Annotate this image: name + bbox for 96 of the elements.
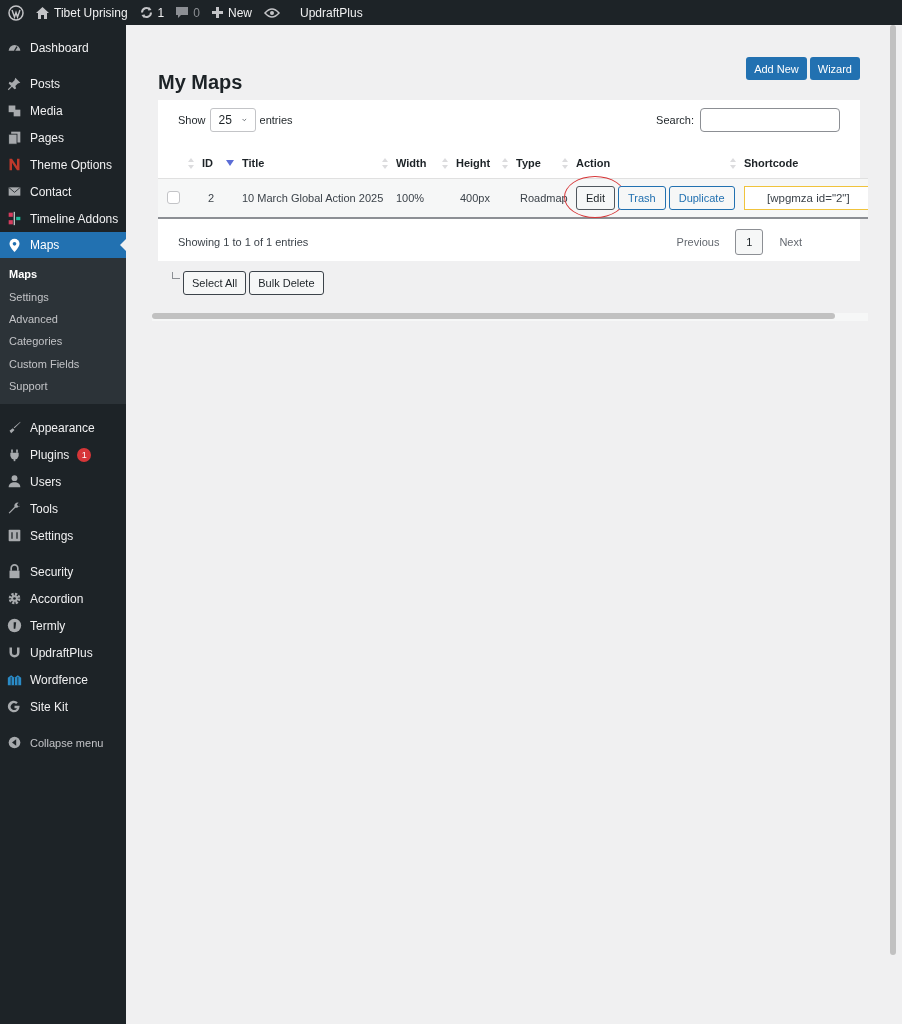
timeline-icon	[7, 211, 22, 226]
table-cell: 2	[208, 192, 215, 204]
row-action-button[interactable]: Duplicate	[668, 186, 735, 210]
header-button[interactable]: Add New	[746, 57, 807, 80]
column-header[interactable]: Action	[576, 157, 611, 169]
page-title: My Maps	[158, 71, 243, 94]
menu-item[interactable]: UpdraftPlus	[0, 639, 126, 667]
menu-item[interactable]: Settings	[0, 522, 126, 550]
sort-icon[interactable]	[562, 157, 568, 169]
column-header[interactable]: Shortcode	[744, 157, 799, 169]
current-item-pointer	[120, 239, 126, 251]
comment-icon	[176, 6, 189, 19]
table-cell: 100%	[396, 192, 425, 204]
sort-descending-icon[interactable]	[226, 160, 234, 166]
table-cell: 10 March Global Action 2025	[242, 192, 384, 204]
updates-link[interactable]: 1	[139, 5, 165, 20]
menu-item[interactable]: Site Kit	[0, 693, 126, 721]
menu-item[interactable]: Wordfence	[0, 666, 126, 694]
menu-item[interactable]: Media	[0, 97, 126, 124]
menu-item[interactable]: Contact	[0, 178, 126, 205]
update-count-badge: 1	[77, 447, 92, 462]
site-name-link[interactable]: Tibet Uprising	[36, 5, 128, 20]
menu-item[interactable]: Pages	[0, 124, 126, 151]
menu-item[interactable]: Plugins 1	[0, 441, 126, 469]
new-link[interactable]: New	[211, 5, 252, 20]
user-icon	[7, 474, 22, 490]
menu-item[interactable]: Posts	[0, 70, 126, 97]
submenu-item[interactable]: Settings	[0, 285, 126, 308]
sort-icon[interactable]	[502, 157, 508, 169]
submenu-item[interactable]: Maps	[0, 263, 126, 286]
sort-icon[interactable]	[382, 157, 388, 169]
column-header[interactable]: Width	[396, 157, 427, 169]
map-pin-icon	[7, 237, 22, 253]
search-field[interactable]	[700, 108, 840, 132]
previous-link[interactable]: Previous	[664, 236, 732, 248]
column-header[interactable]: Type	[516, 157, 541, 169]
table-cell: Roadmap	[520, 192, 568, 204]
menu-item[interactable]: Dashboard	[0, 34, 126, 61]
badge-circle-icon	[7, 618, 22, 634]
collapse-menu-button[interactable]: Collapse menu	[0, 729, 126, 757]
menu-item[interactable]: Appearance	[0, 414, 126, 442]
menu-item[interactable]: Accordion	[0, 585, 126, 613]
sort-icon[interactable]	[730, 157, 736, 169]
row-action-button[interactable]: Trash	[617, 186, 666, 210]
horizontal-scrollbar[interactable]	[152, 313, 835, 319]
eye-icon[interactable]	[264, 6, 280, 19]
vertical-scrollbar[interactable]	[890, 25, 896, 955]
page-size-select[interactable]: 25	[209, 108, 256, 132]
bulk-action-button[interactable]: Select All	[183, 271, 247, 295]
bulk-action-button[interactable]: Bulk Delete	[249, 271, 324, 295]
gear-icon	[7, 591, 22, 607]
plug-icon	[7, 447, 22, 463]
column-header[interactable]: Title	[242, 157, 265, 169]
media-icon	[7, 103, 22, 118]
shortcode-field[interactable]: [wpgmza id="2"]	[744, 186, 868, 210]
padlock-icon	[7, 564, 22, 580]
g-icon	[7, 699, 22, 715]
table-info: Showing 1 to 1 of 1 entries	[178, 236, 309, 248]
row-checkbox[interactable]	[167, 190, 180, 204]
row-action-button[interactable]: Edit	[576, 186, 615, 210]
menu-item[interactable]: Termly	[0, 612, 126, 640]
sort-icon[interactable]	[442, 157, 448, 169]
submenu-item[interactable]: Support	[0, 374, 126, 398]
show-label: Show	[178, 114, 206, 126]
comments-link[interactable]: 0	[176, 5, 200, 20]
envelope-icon	[7, 184, 22, 199]
plus-icon	[211, 7, 223, 18]
submenu-item[interactable]: Advanced	[0, 307, 126, 331]
wordpress-logo-icon[interactable]	[8, 4, 24, 21]
submenu-item[interactable]: Custom Fields	[0, 352, 126, 375]
menu-item[interactable]: Maps	[0, 232, 126, 258]
zigzag-icon	[7, 157, 22, 172]
horseshoe-icon	[7, 645, 22, 661]
pushpin-icon	[7, 76, 22, 91]
menu-item[interactable]: Timeline Addons	[0, 205, 126, 232]
paintbrush-icon	[7, 420, 22, 436]
header-button[interactable]: Wizard	[809, 57, 860, 80]
menu-item[interactable]: Users	[0, 468, 126, 496]
menu-item[interactable]: Theme Options	[0, 151, 126, 178]
menu-item[interactable]: Security	[0, 558, 126, 586]
menu-item[interactable]: Tools	[0, 495, 126, 523]
refresh-icon	[139, 6, 153, 19]
column-header[interactable]: Height	[456, 157, 491, 169]
home-icon	[36, 6, 49, 19]
updraftplus-link[interactable]: UpdraftPlus	[300, 5, 363, 20]
page-number-button[interactable]: 1	[735, 229, 764, 255]
next-link[interactable]: Next	[767, 236, 814, 248]
sort-icon[interactable]	[188, 157, 194, 169]
sliders-icon	[7, 528, 22, 544]
table-cell: 400px	[460, 192, 490, 204]
search-label: Search:	[656, 114, 694, 126]
column-header[interactable]: ID	[202, 157, 213, 169]
submenu-item[interactable]: Categories	[0, 330, 126, 353]
pages-icon	[7, 130, 22, 145]
chevron-down-icon	[241, 117, 247, 123]
entries-label: entries	[259, 114, 293, 126]
